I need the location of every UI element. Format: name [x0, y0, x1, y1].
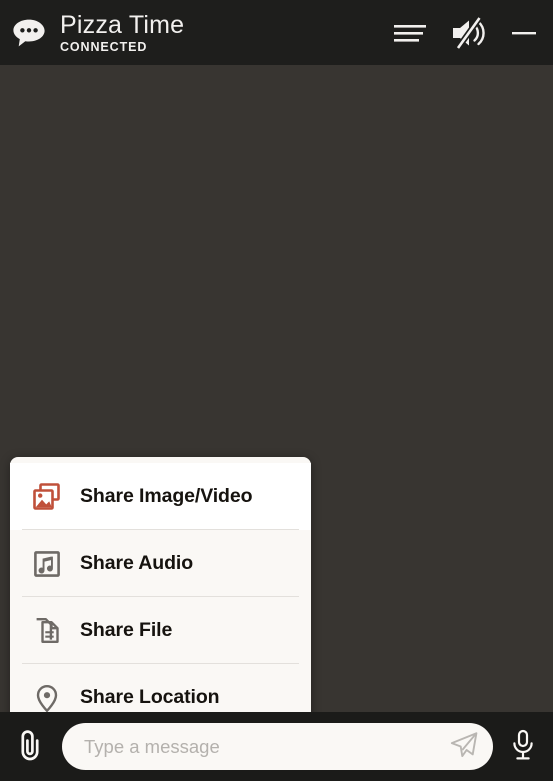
share-audio-item[interactable]: Share Audio: [10, 530, 311, 597]
message-list: Share Image/Video Share Audio Share File…: [0, 65, 553, 712]
connection-status: CONNECTED: [60, 40, 148, 54]
send-paper-plane-icon: [448, 729, 480, 764]
brand-text: Pizza Time CONNECTED: [60, 11, 184, 54]
hamburger-menu-icon: [393, 21, 427, 45]
menu-item-label: Share Audio: [80, 552, 194, 574]
share-location-item[interactable]: Share Location: [10, 664, 311, 712]
menu-item-label: Share Image/Video: [80, 485, 253, 507]
menu-item-label: Share File: [80, 619, 173, 641]
menu-button[interactable]: [393, 21, 427, 45]
message-composer: [0, 712, 553, 781]
audio-note-icon: [32, 549, 62, 579]
chat-bubble-icon: [12, 18, 46, 48]
file-document-icon: [32, 616, 62, 646]
minimize-icon: [511, 21, 537, 45]
image-video-icon: [32, 482, 62, 512]
share-file-item[interactable]: Share File: [10, 597, 311, 664]
chat-widget: Pizza Time CONNECTED Share Image/Video S…: [0, 0, 553, 781]
app-header: Pizza Time CONNECTED: [0, 0, 553, 65]
menu-item-label: Share Location: [80, 686, 220, 708]
speaker-muted-icon: [449, 15, 489, 51]
share-menu-popup: Share Image/Video Share Audio Share File…: [10, 457, 311, 712]
brand: Pizza Time CONNECTED: [12, 11, 393, 54]
location-pin-icon: [32, 683, 62, 713]
share-image-video-item[interactable]: Share Image/Video: [10, 463, 311, 530]
mic-button[interactable]: [505, 725, 541, 769]
header-actions: [393, 15, 539, 51]
message-input[interactable]: [84, 735, 443, 758]
page-title: Pizza Time: [60, 11, 185, 39]
minimize-button[interactable]: [511, 21, 537, 45]
paperclip-icon: [14, 727, 46, 766]
attach-button[interactable]: [10, 725, 50, 769]
send-button[interactable]: [443, 726, 485, 768]
microphone-icon: [508, 728, 538, 765]
mute-button[interactable]: [449, 15, 489, 51]
message-input-wrapper: [62, 723, 493, 770]
